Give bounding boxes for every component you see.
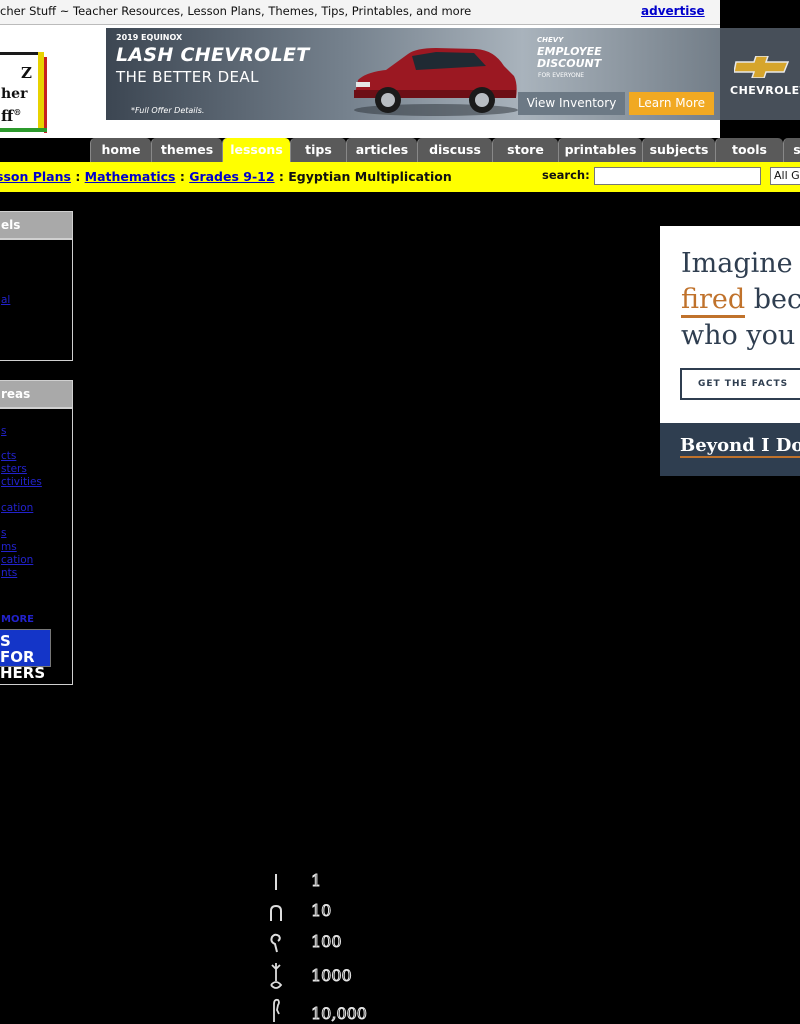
right-side-ad[interactable]: Imagine fired bec who you GET THE FACTS … — [660, 226, 800, 476]
breadcrumb-grades[interactable]: Grades 9-12 — [189, 169, 274, 184]
ad-footer: Beyond I Do.o — [660, 423, 800, 476]
learn-more-button[interactable]: Learn More — [629, 92, 714, 115]
logo-text-line1: Z — [21, 64, 32, 82]
logo-stripe-green — [0, 128, 47, 132]
numeral-value: 1000 — [311, 966, 353, 986]
sidebar-area-link[interactable]: cation — [1, 554, 33, 566]
tab-s[interactable]: s — [783, 138, 800, 162]
chevrolet-bowtie-icon — [734, 56, 790, 78]
breadcrumb-separator: : — [75, 169, 81, 184]
logo-text-line2: her — [1, 86, 28, 102]
sidebar-levels-title: els — [0, 212, 72, 240]
ad-tagline: THE BETTER DEAL — [116, 68, 259, 86]
search-label: search: — [542, 168, 590, 182]
sidebar-area-link[interactable]: nts — [1, 567, 17, 579]
site-logo[interactable]: Z her ff® — [0, 52, 47, 133]
tab-store[interactable]: store — [492, 138, 558, 162]
numeral-value: 10 — [310, 901, 332, 921]
main-nav: home themes lessons tips articles discus… — [90, 138, 800, 162]
breadcrumb-bar: sson Plans : Mathematics : Grades 9-12 :… — [0, 162, 800, 192]
numeral-value: 10,000 — [311, 1004, 368, 1024]
ad-model: 2019 EQUINOX — [116, 33, 183, 42]
tab-tips[interactable]: tips — [290, 138, 346, 162]
numeral-value: 100 — [311, 932, 343, 952]
sidebar-area-link[interactable]: ms — [1, 541, 17, 553]
breadcrumb-lesson-plans[interactable]: sson Plans — [0, 169, 71, 184]
sidebar-area-link[interactable]: s — [1, 425, 6, 437]
breadcrumb-separator: : — [179, 169, 185, 184]
top-bar: cher Stuff ~ Teacher Resources, Lesson P… — [0, 0, 720, 25]
sidebar-area-link[interactable]: sters — [1, 463, 27, 475]
tab-articles[interactable]: articles — [346, 138, 417, 162]
sidebar-area-link[interactable]: cts — [1, 450, 16, 462]
advertise-link[interactable]: advertise — [641, 4, 705, 18]
ad-headline: Imagine fired bec who you — [681, 248, 800, 351]
breadcrumb: sson Plans : Mathematics : Grades 9-12 :… — [0, 169, 452, 184]
chevrolet-banner-ad[interactable]: 2019 EQUINOX LASH CHEVROLET THE BETTER D… — [106, 28, 800, 120]
sidebar-area-link[interactable]: cation — [1, 502, 33, 514]
breadcrumb-mathematics[interactable]: Mathematics — [85, 169, 176, 184]
chevrolet-brand-text: CHEVROLET — [730, 84, 800, 97]
pro-teachers-promo[interactable]: S FOR HERS — [0, 629, 51, 681]
site-tagline: cher Stuff ~ Teacher Resources, Lesson P… — [0, 4, 472, 18]
breadcrumb-current: Egyptian Multiplication — [288, 169, 452, 184]
breadcrumb-separator: : — [278, 169, 284, 184]
tab-discuss[interactable]: discuss — [417, 138, 492, 162]
heel-bone-icon — [270, 904, 282, 921]
tab-lessons[interactable]: lessons — [222, 138, 290, 162]
tab-home[interactable]: home — [90, 138, 151, 162]
tab-themes[interactable]: themes — [151, 138, 222, 162]
tab-tools[interactable]: tools — [715, 138, 783, 162]
sidebar-areas-title: reas — [0, 381, 72, 409]
tab-subjects[interactable]: subjects — [642, 138, 715, 162]
promo-text: EMPLOYEE DISCOUNT — [537, 45, 602, 70]
search-scope-select[interactable]: All G — [770, 167, 800, 185]
sidebar-area-link[interactable]: ctivities — [1, 476, 42, 488]
numeral-value: 1 — [310, 871, 322, 891]
sidebar-levels-box: els al — [0, 211, 73, 361]
promo-brand: CHEVY — [537, 36, 564, 44]
ad-fineprint-link[interactable]: *Full Offer Details. — [131, 106, 204, 115]
sidebar-area-link[interactable]: s — [1, 527, 6, 539]
sidebar-areas-box: reas s cts sters ctivities cation s ms c… — [0, 380, 73, 685]
ad-site-name: Beyond I Do.o — [680, 435, 800, 458]
tab-printables[interactable]: printables — [558, 138, 642, 162]
lotus-icon — [270, 963, 283, 989]
logo-stripe-red — [44, 57, 47, 133]
view-inventory-button[interactable]: View Inventory — [518, 92, 625, 115]
car-image — [354, 48, 518, 116]
finger-icon — [273, 998, 280, 1022]
sidebar-levels-link[interactable]: al — [1, 294, 10, 306]
stroke-icon — [275, 874, 277, 890]
logo-text-line3: ff® — [1, 107, 22, 125]
coil-rope-icon — [270, 933, 281, 953]
chevrolet-brand-panel: CHEVROLET — [720, 28, 800, 120]
get-the-facts-button[interactable]: GET THE FACTS — [680, 368, 800, 400]
promo-subtext: FOR EVERYONE — [538, 72, 585, 79]
search-input[interactable] — [594, 167, 761, 185]
ad-dealer-name: LASH CHEVROLET — [116, 44, 310, 66]
sidebar-more-link[interactable]: MORE — [1, 614, 34, 625]
